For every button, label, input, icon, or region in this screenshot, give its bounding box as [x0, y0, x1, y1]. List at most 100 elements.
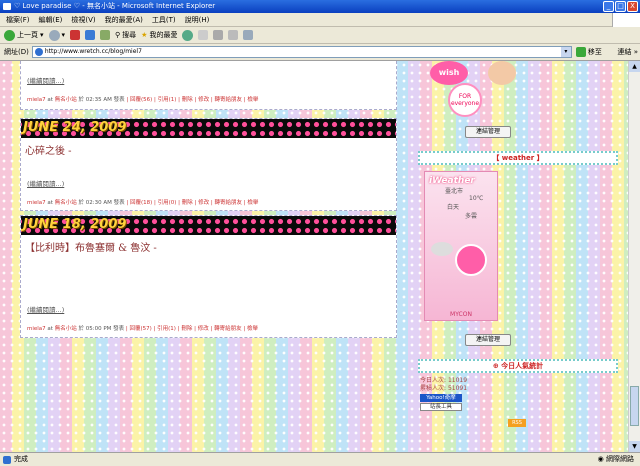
favorites-button[interactable]: ★ 我的最愛 — [141, 30, 177, 40]
status-bar: 完成 ◉ 網際網路 — [0, 452, 640, 466]
chevron-down-icon[interactable]: ▾ — [560, 47, 571, 57]
scroll-down-icon[interactable]: ▼ — [629, 441, 640, 452]
scroll-up-icon[interactable]: ▲ — [629, 61, 640, 72]
trackbacks-link[interactable]: 引用(1) — [157, 326, 176, 332]
history-icon[interactable] — [182, 29, 194, 41]
tool-badge[interactable]: 站長工具 — [420, 403, 462, 411]
weather-widget: iWeather 臺北市 10℃ 白天 多雲 MYCON — [424, 171, 498, 321]
read-more-link[interactable]: (繼續閱讀...) — [21, 75, 396, 85]
status-text: 完成 — [14, 455, 28, 463]
edit-link[interactable]: 修改 — [198, 200, 209, 206]
trackbacks-link[interactable]: 引用(0) — [158, 200, 177, 206]
wish-image: wish FOR everyone — [430, 61, 520, 123]
search-button[interactable]: ⚲ 搜尋 — [115, 30, 136, 40]
menu-bar: 檔案(F) 編輯(E) 檢視(V) 我的最愛(A) 工具(T) 說明(H) — [0, 13, 640, 27]
delete-link[interactable]: 刪除 — [181, 326, 192, 332]
post-site[interactable]: 無名小站 — [55, 200, 77, 206]
read-more-link[interactable]: (繼續閱讀...) — [21, 178, 396, 188]
back-button[interactable]: 上一頁 ▾ — [4, 29, 44, 41]
page-done-icon — [3, 456, 11, 464]
for-text: FOR — [458, 93, 472, 100]
for-everyone-badge: FOR everyone — [448, 83, 482, 117]
post-author[interactable]: miela7 — [27, 326, 46, 332]
read-more-link[interactable]: (繼續閱讀...) — [21, 304, 396, 314]
post-author[interactable]: miela7 — [27, 200, 46, 206]
window-title: ♡ Love paradise ♡ - 無名小站 - Microsoft Int… — [14, 2, 216, 10]
menu-favorites[interactable]: 我的最愛(A) — [105, 15, 143, 25]
link-manage-button[interactable]: 連結管理 — [465, 126, 511, 138]
everyone-text: everyone — [450, 100, 480, 107]
post-title[interactable]: 心碎之後 - — [21, 138, 396, 161]
delete-link[interactable]: 刪除 — [182, 97, 193, 103]
address-bar: 網址(D) http://www.wretch.cc/blog/miel7 ▾ … — [0, 44, 640, 61]
menu-tools[interactable]: 工具(T) — [152, 15, 176, 25]
go-label: 移至 — [587, 48, 602, 56]
stats-today: 11019 — [447, 377, 468, 384]
back-label: 上一頁 — [17, 31, 38, 39]
comments-link[interactable]: 回覆(56) — [130, 97, 152, 103]
menu-help[interactable]: 說明(H) — [185, 15, 210, 25]
forward-button[interactable]: ▾ — [48, 29, 66, 41]
blog-post: JUNE 24, 2009 心碎之後 - (繼續閱讀...) miela7 at… — [20, 118, 397, 211]
menu-view[interactable]: 檢視(V) — [71, 15, 95, 25]
weather-header: 【 weather 】 — [418, 151, 618, 165]
share-link[interactable]: 轉寄給朋友 — [214, 326, 242, 332]
report-link[interactable]: 檢舉 — [247, 97, 258, 103]
page-content: (繼續閱讀...) miela7 at 無名小站 於 02:35 AM 發表 |… — [0, 61, 628, 452]
ie-page-icon — [3, 3, 11, 10]
post-site[interactable]: 無名小站 — [55, 97, 77, 103]
comments-link[interactable]: 回覆(18) — [130, 200, 152, 206]
delete-link[interactable]: 刪除 — [182, 200, 193, 206]
refresh-icon[interactable] — [85, 30, 96, 40]
close-button[interactable]: X — [627, 1, 638, 12]
discuss-icon[interactable] — [243, 30, 254, 40]
print-icon[interactable] — [213, 30, 224, 40]
scroll-thumb[interactable] — [630, 386, 639, 426]
report-link[interactable]: 檢舉 — [247, 326, 258, 332]
date-banner: JUNE 18, 2009 — [21, 216, 396, 235]
home-icon[interactable] — [100, 30, 111, 40]
post-date: JUNE 24, 2009 — [23, 120, 127, 135]
rss-badge[interactable]: RSS — [508, 419, 526, 427]
report-link[interactable]: 檢舉 — [247, 200, 258, 206]
share-link[interactable]: 轉寄給朋友 — [215, 200, 243, 206]
zone-label: 網際網路 — [606, 455, 634, 463]
go-button[interactable]: 移至 — [575, 47, 602, 57]
search-label: 搜尋 — [122, 31, 137, 39]
toolbar: 上一頁 ▾ ▾ ⚲ 搜尋 ★ 我的最愛 — [0, 27, 640, 44]
edit-icon[interactable] — [228, 30, 239, 40]
star-icon: ★ — [141, 31, 148, 39]
post-author[interactable]: miela7 — [27, 97, 46, 103]
edit-link[interactable]: 修改 — [198, 97, 209, 103]
mail-icon[interactable] — [198, 30, 209, 40]
minimize-button[interactable]: _ — [603, 1, 614, 12]
post-date: JUNE 18, 2009 — [23, 217, 127, 232]
edit-link[interactable]: 修改 — [198, 326, 209, 332]
chevron-down-icon: ▾ — [61, 31, 66, 39]
yahoo-badge[interactable]: Yahoo!奇摩 — [420, 394, 462, 402]
security-zone: ◉ 網際網路 — [598, 453, 634, 466]
address-label: 網址(D) — [4, 48, 29, 56]
post-at: at — [47, 326, 53, 332]
chevron-down-icon: ▾ — [40, 31, 44, 39]
stats-total: 51091 — [447, 385, 468, 392]
weather-cond-b: 多雲 — [465, 213, 478, 220]
post-site[interactable]: 無名小站 — [55, 326, 77, 332]
title-bar: ♡ Love paradise ♡ - 無名小站 - Microsoft Int… — [0, 0, 640, 13]
links-button[interactable]: 連結 » — [617, 47, 638, 57]
menu-file[interactable]: 檔案(F) — [6, 15, 30, 25]
blog-post: (繼續閱讀...) miela7 at 無名小站 於 02:35 AM 發表 |… — [20, 61, 397, 110]
comments-link[interactable]: 回覆(57) — [130, 326, 152, 332]
trackbacks-link[interactable]: 引用(1) — [158, 97, 177, 103]
address-input[interactable]: http://www.wretch.cc/blog/miel7 ▾ — [31, 46, 572, 58]
share-link[interactable]: 轉寄給朋友 — [215, 97, 243, 103]
menu-edit[interactable]: 編輯(E) — [39, 15, 63, 25]
post-title[interactable]: 【比利時】布魯塞爾 & 魯汶 - — [21, 235, 396, 258]
stop-icon[interactable] — [70, 30, 81, 40]
stats-header: ⊕ 今日人氣統計 — [418, 359, 618, 373]
blog-post: JUNE 18, 2009 【比利時】布魯塞爾 & 魯汶 - (繼續閱讀...)… — [20, 215, 397, 338]
vertical-scrollbar[interactable]: ▲ ▼ — [628, 61, 640, 452]
visitor-stats: 今日人次: 11019 累積人次: 51091 — [420, 377, 467, 393]
maximize-button[interactable]: □ — [615, 1, 626, 12]
link-manage-button[interactable]: 連結管理 — [465, 334, 511, 346]
